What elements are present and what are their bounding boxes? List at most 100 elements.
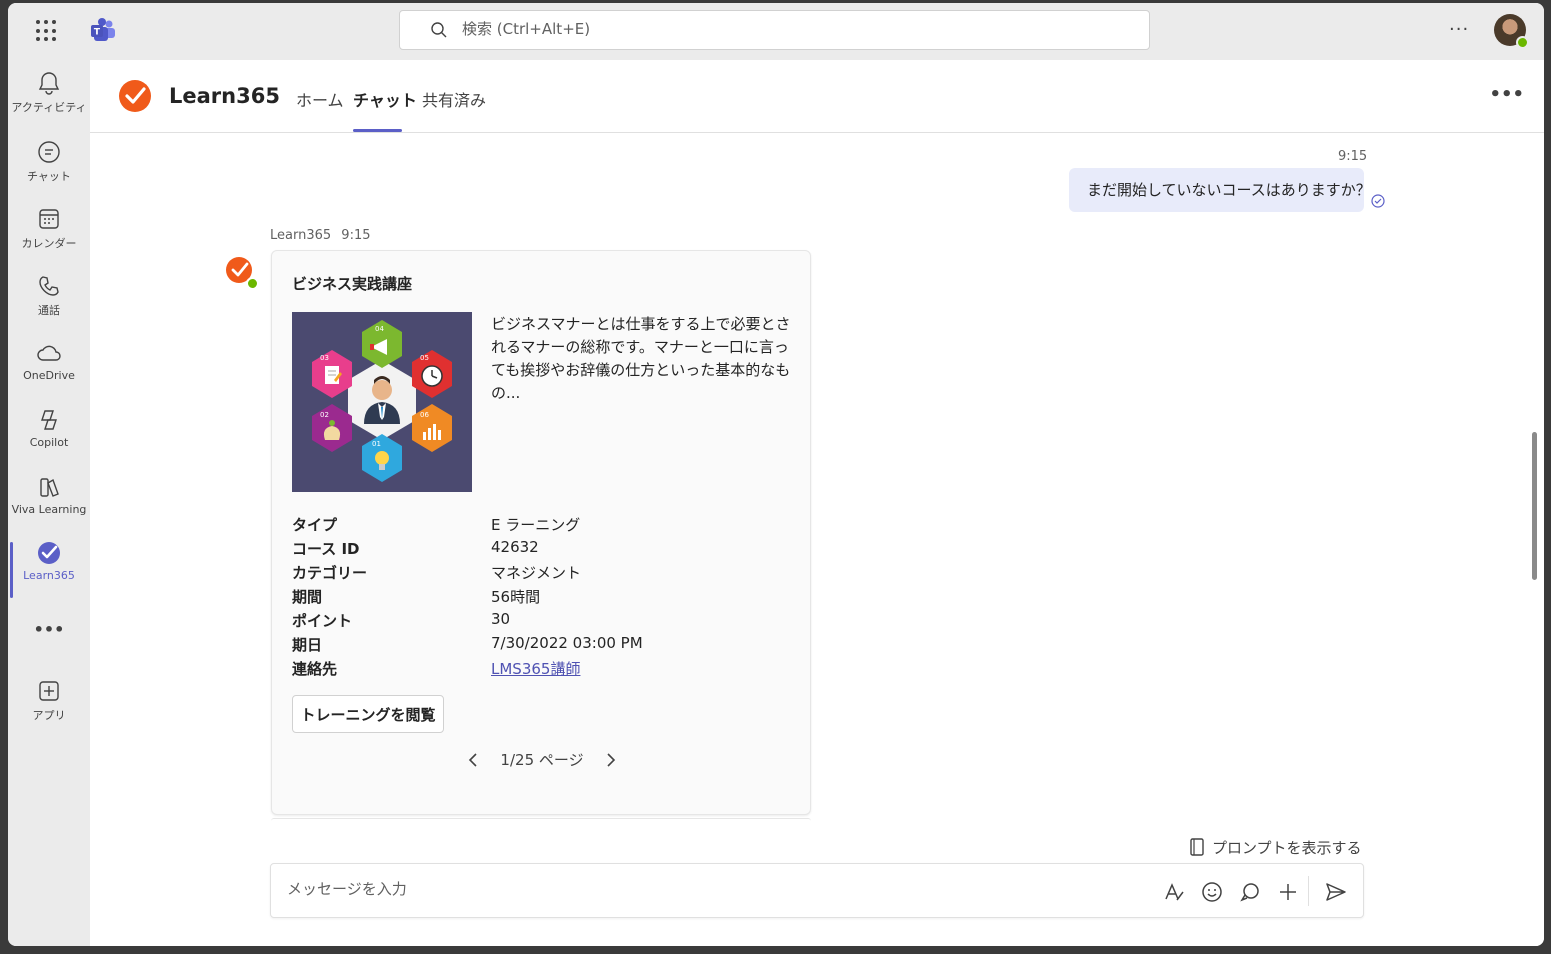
scrollbar-thumb[interactable] bbox=[1532, 432, 1537, 580]
fact-row: 連絡先 LMS365講師 bbox=[292, 658, 792, 682]
app-header: Learn365 ホーム チャット 共有済み ••• bbox=[90, 60, 1544, 133]
learn365-icon bbox=[38, 542, 60, 564]
rail-item-learn365[interactable]: Learn365 bbox=[8, 540, 90, 606]
fact-row: タイプ E ラーニング bbox=[292, 514, 792, 538]
message-time: 9:15 bbox=[1338, 149, 1368, 164]
calendar-icon bbox=[39, 209, 59, 229]
svg-text:T: T bbox=[94, 28, 101, 38]
cloud-icon bbox=[37, 345, 61, 361]
bell-icon bbox=[38, 72, 60, 95]
contact-link[interactable]: LMS365講師 bbox=[491, 658, 580, 679]
rail-label: Copilot bbox=[29, 436, 69, 449]
card-title: ビジネス実践講座 bbox=[292, 275, 413, 293]
add-app-icon bbox=[39, 681, 59, 701]
fact-row: 期日 7/30/2022 03:00 PM bbox=[292, 634, 792, 658]
card-pager: 1/25 ページ bbox=[272, 749, 812, 770]
add-icon[interactable] bbox=[1276, 880, 1300, 904]
fact-row: 期間 56時間 bbox=[292, 586, 792, 610]
rail-label: Viva Learning bbox=[11, 503, 87, 516]
fact-set: タイプ E ラーニング コース ID 42632 カテゴリー マネジメント 期間 56時… bbox=[292, 514, 792, 682]
rail-more-icon[interactable]: ••• bbox=[8, 620, 90, 686]
tab-home[interactable]: ホーム bbox=[296, 87, 344, 111]
user-avatar[interactable] bbox=[1494, 14, 1529, 49]
rail-label: チャット bbox=[27, 170, 71, 183]
rail-label: アクティビティ bbox=[11, 101, 87, 114]
search-box[interactable] bbox=[399, 10, 1150, 50]
fact-key: カテゴリー bbox=[292, 564, 368, 582]
app-launcher-icon[interactable] bbox=[36, 20, 58, 42]
hex-label: 01 bbox=[372, 440, 381, 448]
rail-item-copilot[interactable]: Copilot bbox=[8, 407, 90, 473]
more-options-icon[interactable]: ··· bbox=[1449, 19, 1469, 40]
app-rail: アクティビティ チャット カレンダー 通話 OneDrive Copilot V… bbox=[8, 60, 90, 946]
course-image: 04 03 05 02 06 01 bbox=[292, 312, 472, 492]
copilot-icon bbox=[41, 410, 57, 430]
rail-label: Learn365 bbox=[23, 569, 75, 582]
rail-item-activity[interactable]: アクティビティ bbox=[8, 70, 90, 136]
fact-row: コース ID 42632 bbox=[292, 538, 792, 562]
fact-key: 期間 bbox=[292, 588, 323, 606]
presence-available-icon bbox=[246, 277, 259, 290]
loop-icon[interactable] bbox=[1238, 880, 1262, 904]
more-options-icon[interactable]: ••• bbox=[1489, 84, 1524, 105]
books-icon bbox=[40, 478, 59, 497]
message-input[interactable] bbox=[287, 880, 1147, 898]
teams-logo-icon: T bbox=[91, 18, 115, 41]
user-message-bubble[interactable]: まだ開始していないコースはありますか？ bbox=[1069, 168, 1371, 212]
search-input[interactable] bbox=[462, 20, 1122, 38]
message-composer[interactable] bbox=[270, 863, 1364, 918]
hex-label: 06 bbox=[420, 411, 429, 419]
fact-row: ポイント 30 bbox=[292, 610, 792, 634]
send-icon[interactable] bbox=[1324, 880, 1348, 904]
book-icon bbox=[1190, 838, 1204, 856]
read-receipt-icon bbox=[1371, 194, 1385, 208]
fact-key: 連絡先 bbox=[292, 660, 338, 678]
fact-value: 30 bbox=[491, 610, 511, 628]
page-indicator: 1/25 ページ bbox=[500, 751, 584, 769]
rail-item-calendar[interactable]: カレンダー bbox=[8, 206, 90, 272]
hex-label: 02 bbox=[320, 411, 329, 419]
format-icon[interactable] bbox=[1162, 880, 1186, 904]
bot-sender-line: Learn365 9:15 bbox=[270, 228, 371, 243]
hex-label: 05 bbox=[420, 354, 429, 362]
hex-label: 03 bbox=[320, 354, 329, 362]
chat-icon bbox=[38, 141, 60, 163]
show-prompts-link[interactable]: プロンプトを表示する bbox=[1188, 837, 1362, 858]
hex-label: 04 bbox=[375, 325, 384, 333]
chevron-left-icon[interactable] bbox=[466, 752, 480, 768]
composer-divider bbox=[1308, 876, 1309, 906]
active-tab-indicator bbox=[353, 129, 402, 132]
fact-value: マネジメント bbox=[491, 564, 582, 582]
rail-item-onedrive[interactable]: OneDrive bbox=[8, 340, 90, 406]
app-title: Learn365 bbox=[169, 84, 280, 108]
fact-key: タイプ bbox=[292, 516, 338, 534]
phone-icon bbox=[39, 276, 59, 296]
course-card: ビジネス実践講座 04 03 05 02 06 01 ビジネスマナーとは仕事をす… bbox=[271, 250, 811, 815]
show-prompts-label: プロンプトを表示する bbox=[1212, 839, 1362, 857]
chevron-right-icon[interactable] bbox=[604, 752, 618, 768]
emoji-icon[interactable] bbox=[1200, 880, 1224, 904]
fact-key: コース ID bbox=[292, 540, 360, 558]
learn365-logo-icon bbox=[119, 80, 151, 112]
fact-value: E ラーニング bbox=[491, 516, 581, 534]
fact-key: 期日 bbox=[292, 636, 323, 654]
fact-key: ポイント bbox=[292, 612, 353, 630]
fact-value: 56時間 bbox=[491, 588, 541, 606]
fact-value: 7/30/2022 03:00 PM bbox=[491, 634, 643, 652]
tab-chat[interactable]: チャット bbox=[353, 87, 417, 111]
rail-item-viva-learning[interactable]: Viva Learning bbox=[8, 474, 90, 540]
card-divider bbox=[271, 818, 811, 824]
bot-avatar[interactable] bbox=[222, 254, 259, 290]
bot-sender-name: Learn365 bbox=[270, 228, 332, 243]
bot-message-time: 9:15 bbox=[341, 228, 371, 243]
rail-item-calls[interactable]: 通話 bbox=[8, 273, 90, 339]
title-bar: T ··· bbox=[8, 3, 1544, 60]
rail-label: アプリ bbox=[32, 709, 66, 722]
view-training-button[interactable]: トレーニングを閲覧 bbox=[292, 695, 444, 733]
presence-available-icon bbox=[1516, 36, 1529, 49]
fact-value: 42632 bbox=[491, 538, 539, 556]
teams-window: T ··· アクティビティ チャット カレンダー 通話 bbox=[8, 3, 1544, 946]
tab-shared[interactable]: 共有済み bbox=[422, 87, 486, 111]
rail-item-apps[interactable]: アプリ bbox=[8, 678, 90, 744]
rail-item-chat[interactable]: チャット bbox=[8, 139, 90, 205]
